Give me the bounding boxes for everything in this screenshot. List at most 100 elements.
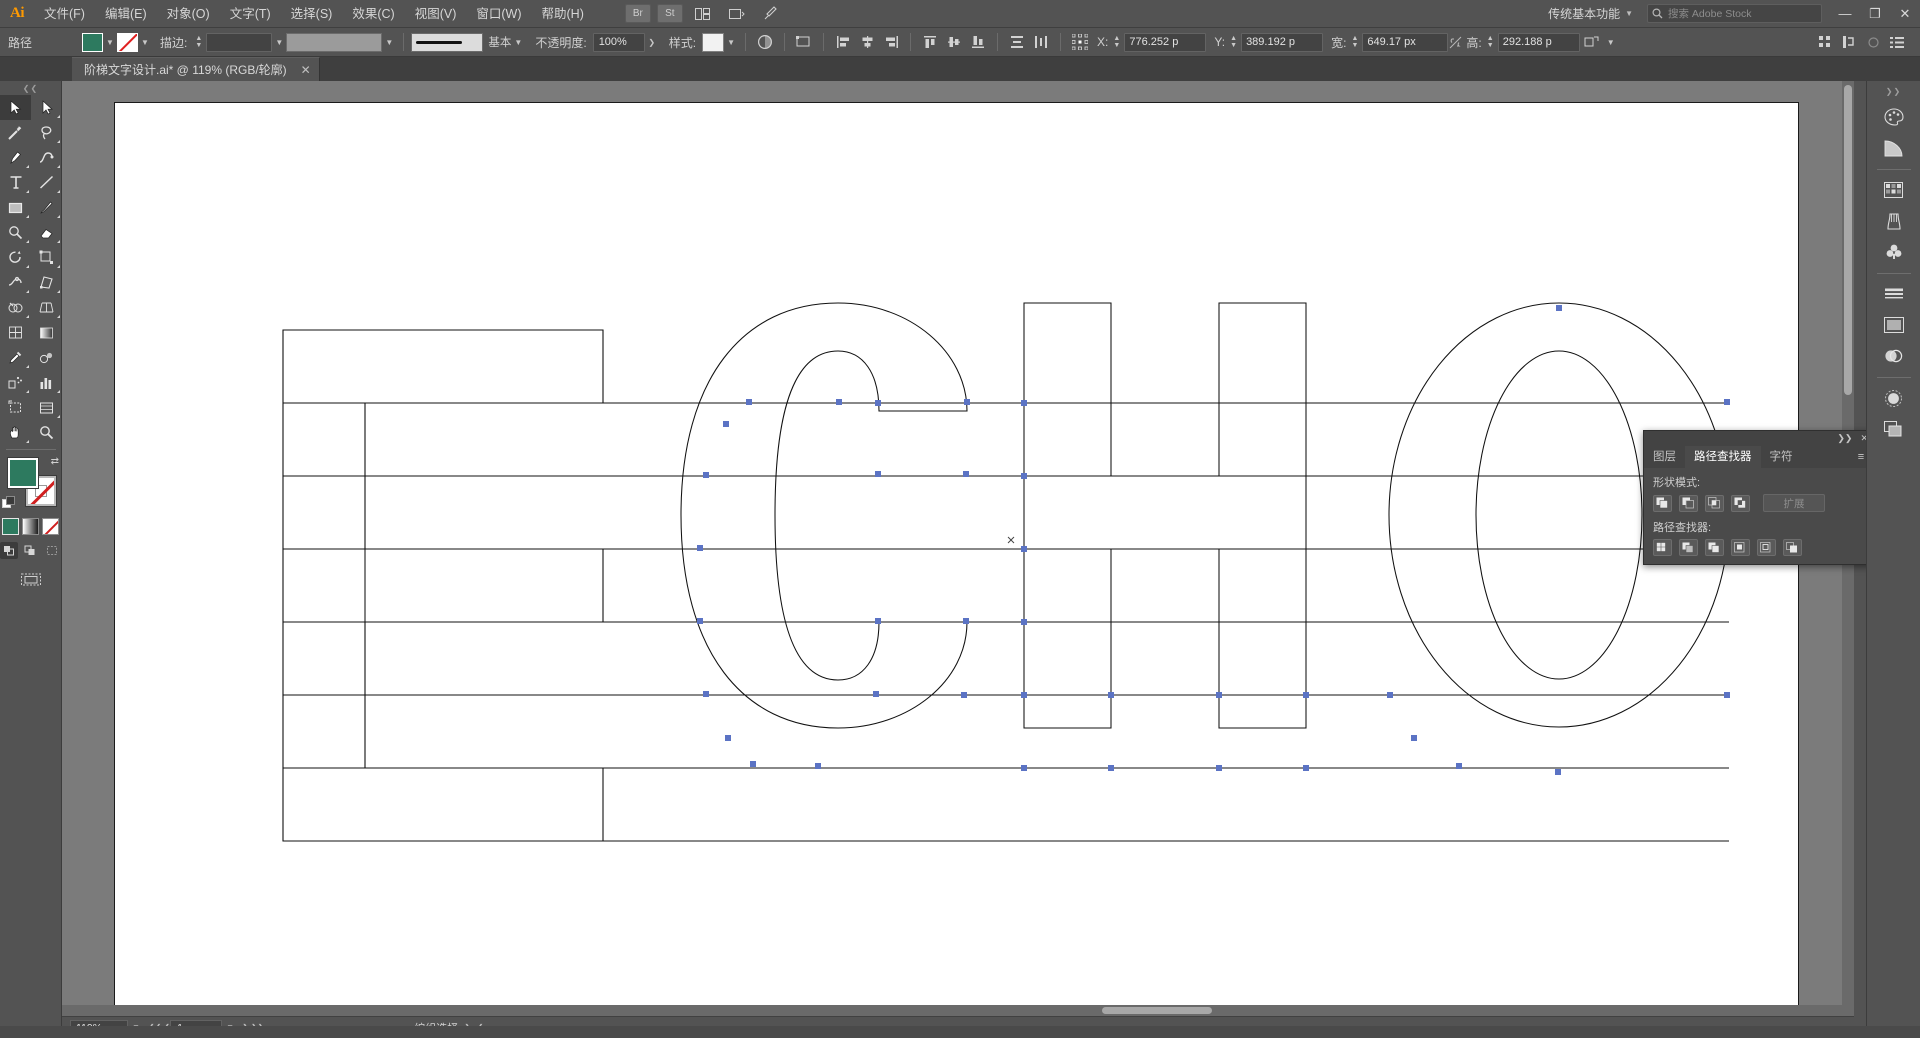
symbol-sprayer-tool[interactable] bbox=[0, 370, 31, 395]
height-stepper[interactable]: ▲ ▼ bbox=[1485, 35, 1496, 49]
stroke-panel-button[interactable] bbox=[1877, 279, 1911, 309]
free-transform-tool[interactable] bbox=[31, 270, 62, 295]
x-position-stepper[interactable]: ▲ ▼ bbox=[1111, 35, 1122, 49]
artboard[interactable] bbox=[114, 102, 1799, 1026]
gradient-mode-button[interactable] bbox=[22, 518, 39, 535]
document-setup-icon[interactable] bbox=[724, 4, 750, 24]
perspective-grid-tool[interactable] bbox=[31, 295, 62, 320]
curvature-tool[interactable] bbox=[31, 145, 62, 170]
align-left-icon[interactable] bbox=[832, 31, 854, 53]
stroke-weight-chevron-icon[interactable]: ▼ bbox=[272, 33, 286, 52]
merge-button[interactable] bbox=[1705, 539, 1724, 556]
pathfinder-panel-titlebar[interactable]: ❯❯ ✕ bbox=[1644, 431, 1872, 446]
fill-swatch-chevron-icon[interactable]: ▼ bbox=[103, 33, 117, 52]
graphic-style-swatch[interactable] bbox=[702, 32, 725, 52]
isolate-selected-icon[interactable] bbox=[1838, 31, 1860, 53]
minus-back-button[interactable] bbox=[1783, 539, 1802, 556]
magic-wand-tool[interactable] bbox=[0, 120, 31, 145]
toolbar-fill-swatch[interactable] bbox=[8, 458, 38, 488]
minus-front-button[interactable] bbox=[1679, 494, 1698, 512]
fill-color-swatch[interactable] bbox=[82, 32, 103, 52]
y-position-input[interactable]: 389.192 p bbox=[1241, 32, 1324, 52]
zoom-tool[interactable] bbox=[31, 420, 62, 445]
column-graph-tool[interactable] bbox=[31, 370, 62, 395]
menu-file[interactable]: 文件(F) bbox=[34, 0, 95, 28]
menu-type[interactable]: 文字(T) bbox=[220, 0, 281, 28]
trim-button[interactable] bbox=[1679, 539, 1698, 556]
menu-select[interactable]: 选择(S) bbox=[281, 0, 343, 28]
menu-help[interactable]: 帮助(H) bbox=[532, 0, 594, 28]
horizontal-scrollbar[interactable] bbox=[62, 1005, 1854, 1016]
transparency-panel-button[interactable] bbox=[1877, 341, 1911, 371]
align-right-icon[interactable] bbox=[880, 31, 902, 53]
lasso-tool[interactable] bbox=[31, 120, 62, 145]
distribute-horizontal-icon[interactable] bbox=[1030, 31, 1052, 53]
window-close-button[interactable]: ✕ bbox=[1890, 0, 1920, 28]
outline-button[interactable] bbox=[1757, 539, 1776, 556]
brush-definition-chevron-icon[interactable]: ▼ bbox=[511, 33, 525, 52]
shape-builder-tool[interactable] bbox=[0, 295, 31, 320]
color-mode-button[interactable] bbox=[2, 518, 19, 535]
document-tab-close-icon[interactable]: ✕ bbox=[301, 63, 311, 77]
stock-button[interactable]: St bbox=[656, 4, 683, 23]
menu-window[interactable]: 窗口(W) bbox=[466, 0, 531, 28]
stroke-profile-selector[interactable] bbox=[286, 32, 383, 52]
tab-pathfinder[interactable]: 路径查找器 bbox=[1685, 446, 1761, 468]
canvas-area[interactable] bbox=[62, 81, 1854, 1026]
intersect-button[interactable] bbox=[1705, 494, 1724, 512]
stroke-weight-input[interactable] bbox=[206, 32, 273, 52]
stock-search-input[interactable]: 搜索 Adobe Stock bbox=[1647, 4, 1822, 23]
y-position-stepper[interactable]: ▲ ▼ bbox=[1228, 35, 1239, 49]
stroke-profile-chevron-icon[interactable]: ▼ bbox=[382, 33, 396, 52]
gradient-tool[interactable] bbox=[31, 320, 62, 345]
scale-tool[interactable] bbox=[31, 245, 62, 270]
horizontal-scrollbar-thumb[interactable] bbox=[1102, 1007, 1212, 1014]
crop-button[interactable] bbox=[1731, 539, 1750, 556]
draw-inside-button[interactable] bbox=[43, 542, 61, 559]
control-bar-menu-icon[interactable] bbox=[1886, 31, 1908, 53]
screen-mode-button[interactable] bbox=[18, 569, 44, 589]
height-input[interactable]: 292.188 p bbox=[1497, 32, 1580, 52]
align-center-horizontal-icon[interactable] bbox=[856, 31, 878, 53]
tools-panel-grip[interactable]: ❮❮ bbox=[0, 81, 61, 95]
document-tab[interactable]: 阶梯文字设计.ai* @ 119% (RGB/轮廓) ✕ bbox=[72, 57, 320, 81]
transform-panel-icon[interactable] bbox=[793, 31, 815, 53]
color-guide-panel-button[interactable] bbox=[1877, 133, 1911, 163]
swatches-panel-button[interactable] bbox=[1877, 175, 1911, 205]
shaper-tool[interactable] bbox=[0, 220, 31, 245]
share-rocket-icon[interactable] bbox=[758, 4, 784, 24]
width-stepper[interactable]: ▲ ▼ bbox=[1349, 35, 1360, 49]
lock-proportions-icon[interactable] bbox=[1448, 36, 1462, 49]
eraser-tool[interactable] bbox=[31, 220, 62, 245]
x-position-input[interactable]: 776.252 p bbox=[1124, 32, 1207, 52]
blend-tool[interactable] bbox=[31, 345, 62, 370]
recolor-artwork-icon[interactable] bbox=[754, 31, 776, 53]
collapse-panel-icon[interactable]: ❯❯ bbox=[1837, 433, 1852, 444]
appearance-panel-button[interactable] bbox=[1877, 383, 1911, 413]
width-input[interactable]: 649.17 px bbox=[1362, 32, 1449, 52]
unite-button[interactable] bbox=[1653, 494, 1672, 512]
stroke-weight-stepper[interactable]: ▲ ▼ bbox=[193, 35, 204, 49]
default-fill-stroke-icon[interactable] bbox=[2, 496, 15, 509]
vertical-scrollbar-thumb[interactable] bbox=[1844, 85, 1852, 395]
align-middle-vertical-icon[interactable] bbox=[943, 31, 965, 53]
symbols-panel-button[interactable] bbox=[1877, 237, 1911, 267]
arrange-documents-icon[interactable] bbox=[690, 4, 716, 24]
swap-fill-stroke-icon[interactable]: ⇄ bbox=[51, 456, 59, 467]
align-top-icon[interactable] bbox=[919, 31, 941, 53]
select-similar-icon[interactable] bbox=[1814, 31, 1836, 53]
draw-normal-button[interactable] bbox=[0, 542, 19, 559]
menu-view[interactable]: 视图(V) bbox=[405, 0, 467, 28]
isolate-group-icon[interactable] bbox=[1862, 31, 1884, 53]
type-tool[interactable] bbox=[0, 170, 31, 195]
slice-tool[interactable] bbox=[31, 395, 62, 420]
window-minimize-button[interactable]: — bbox=[1830, 0, 1860, 28]
opacity-chevron-icon[interactable]: ❯ bbox=[645, 33, 659, 52]
transform-reference-point-icon[interactable] bbox=[1069, 31, 1091, 53]
transform-options-chevron-icon[interactable]: ▼ bbox=[1604, 33, 1618, 52]
tab-character[interactable]: 字符 bbox=[1761, 446, 1802, 468]
paintbrush-tool[interactable] bbox=[31, 195, 62, 220]
brush-definition-preview[interactable] bbox=[411, 32, 484, 52]
divide-button[interactable] bbox=[1653, 539, 1672, 556]
opacity-input[interactable]: 100% bbox=[592, 32, 645, 52]
